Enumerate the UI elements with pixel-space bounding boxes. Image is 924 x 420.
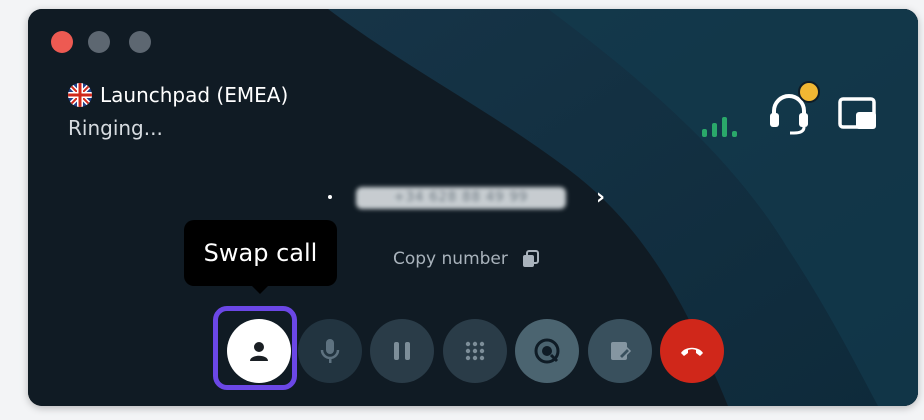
picture-in-picture-icon[interactable] <box>838 97 878 131</box>
notes-button[interactable] <box>588 319 652 383</box>
copy-number-label: Copy number <box>393 249 508 269</box>
window-close-button[interactable] <box>51 31 73 53</box>
copy-icon <box>522 250 539 267</box>
hold-button[interactable] <box>370 319 434 383</box>
person-icon <box>250 342 268 361</box>
mute-button[interactable] <box>298 319 362 383</box>
call-window: Launchpad (EMEA) Ringing... +34 628 88 4… <box>28 9 918 406</box>
notification-badge <box>798 81 820 103</box>
line-name: Launchpad (EMEA) <box>100 83 289 107</box>
pause-icon <box>394 342 410 360</box>
bullet-dot <box>328 195 332 199</box>
record-icon <box>534 338 560 364</box>
microphone-icon <box>320 339 340 363</box>
hang-up-button[interactable] <box>660 319 724 383</box>
window-maximize-button[interactable] <box>129 31 151 53</box>
record-button[interactable] <box>515 319 579 383</box>
swap-call-tooltip: Swap call <box>184 220 337 286</box>
window-minimize-button[interactable] <box>88 31 110 53</box>
copy-number-button[interactable]: Copy number <box>393 249 540 269</box>
signal-strength-icon <box>702 117 737 137</box>
keypad-button[interactable] <box>443 319 507 383</box>
uk-flag-icon <box>68 83 92 107</box>
phone-number-row: +34 628 88 49 99 › <box>326 181 626 215</box>
line-info: Launchpad (EMEA) <box>68 83 288 107</box>
call-status: Ringing... <box>68 116 163 140</box>
dialpad-icon <box>465 341 485 361</box>
swap-call-button[interactable] <box>227 319 291 383</box>
tooltip-arrow <box>250 284 270 294</box>
phone-number: +34 628 88 49 99 <box>356 187 566 209</box>
chevron-right-icon[interactable]: › <box>596 185 605 210</box>
hang-up-icon <box>681 347 703 356</box>
note-icon <box>611 342 632 361</box>
